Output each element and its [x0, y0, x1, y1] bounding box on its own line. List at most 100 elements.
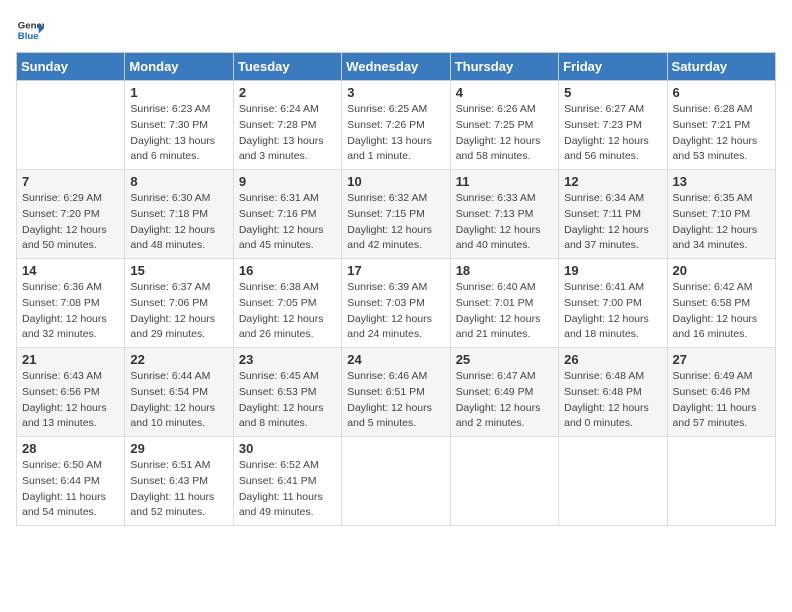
day-number: 28 [22, 441, 119, 456]
day-number: 9 [239, 174, 336, 189]
day-number: 30 [239, 441, 336, 456]
day-info: Sunrise: 6:27 AMSunset: 7:23 PMDaylight:… [564, 102, 661, 165]
calendar-cell: 23 Sunrise: 6:45 AMSunset: 6:53 PMDayligh… [233, 348, 341, 437]
day-info: Sunrise: 6:32 AMSunset: 7:15 PMDaylight:… [347, 191, 444, 254]
calendar-cell: 14Sunrise: 6:36 AMSunset: 7:08 PMDayligh… [17, 259, 125, 348]
day-info: Sunrise: 6:46 AMSunset: 6:51 PMDaylight:… [347, 369, 444, 432]
day-number: 16 [239, 263, 336, 278]
weekday-header: Sunday [17, 53, 125, 81]
day-info: Sunrise: 6:23 AMSunset: 7:30 PMDaylight:… [130, 102, 227, 165]
calendar-week-row: 28 Sunrise: 6:50 AMSunset: 6:44 PMDayligh… [17, 437, 776, 526]
calendar-cell: 4 Sunrise: 6:26 AMSunset: 7:25 PMDaylight… [450, 81, 558, 170]
day-number: 18 [456, 263, 553, 278]
calendar-cell: 13 Sunrise: 6:35 AMSunset: 7:10 PMDayligh… [667, 170, 775, 259]
day-info: Sunrise: 6:31 AMSunset: 7:16 PMDaylight:… [239, 191, 336, 254]
day-info: Sunrise: 6:41 AMSunset: 7:00 PMDaylight:… [564, 280, 661, 343]
calendar-cell [342, 437, 450, 526]
logo: General Blue [16, 16, 44, 44]
day-number: 26 [564, 352, 661, 367]
calendar-cell: 20 Sunrise: 6:42 AMSunset: 6:58 PMDayligh… [667, 259, 775, 348]
day-info: Sunrise: 6:52 AMSunset: 6:41 PMDaylight:… [239, 458, 336, 521]
day-number: 21 [22, 352, 119, 367]
calendar-cell [667, 437, 775, 526]
day-info: Sunrise: 6:39 AMSunset: 7:03 PMDaylight:… [347, 280, 444, 343]
day-info: Sunrise: 6:37 AMSunset: 7:06 PMDaylight:… [130, 280, 227, 343]
day-number: 22 [130, 352, 227, 367]
calendar-week-row: 14Sunrise: 6:36 AMSunset: 7:08 PMDayligh… [17, 259, 776, 348]
day-number: 29 [130, 441, 227, 456]
weekday-header: Saturday [667, 53, 775, 81]
calendar-cell: 28 Sunrise: 6:50 AMSunset: 6:44 PMDayligh… [17, 437, 125, 526]
day-info: Sunrise: 6:34 AMSunset: 7:11 PMDaylight:… [564, 191, 661, 254]
day-info: Sunrise: 6:50 AMSunset: 6:44 PMDaylight:… [22, 458, 119, 521]
calendar-cell: 24 Sunrise: 6:46 AMSunset: 6:51 PMDayligh… [342, 348, 450, 437]
calendar-cell: 17 Sunrise: 6:39 AMSunset: 7:03 PMDayligh… [342, 259, 450, 348]
calendar-cell: 26 Sunrise: 6:48 AMSunset: 6:48 PMDayligh… [559, 348, 667, 437]
calendar-week-row: 1 Sunrise: 6:23 AMSunset: 7:30 PMDaylight… [17, 81, 776, 170]
calendar-cell: 8 Sunrise: 6:30 AMSunset: 7:18 PMDaylight… [125, 170, 233, 259]
day-number: 1 [130, 85, 227, 100]
calendar-cell: 18 Sunrise: 6:40 AMSunset: 7:01 PMDayligh… [450, 259, 558, 348]
calendar-cell: 30 Sunrise: 6:52 AMSunset: 6:41 PMDayligh… [233, 437, 341, 526]
calendar-cell: 1 Sunrise: 6:23 AMSunset: 7:30 PMDaylight… [125, 81, 233, 170]
day-info: Sunrise: 6:44 AMSunset: 6:54 PMDaylight:… [130, 369, 227, 432]
day-info: Sunrise: 6:26 AMSunset: 7:25 PMDaylight:… [456, 102, 553, 165]
calendar-cell: 25 Sunrise: 6:47 AMSunset: 6:49 PMDayligh… [450, 348, 558, 437]
calendar-cell: 22 Sunrise: 6:44 AMSunset: 6:54 PMDayligh… [125, 348, 233, 437]
day-number: 2 [239, 85, 336, 100]
calendar-cell: 12Sunrise: 6:34 AMSunset: 7:11 PMDayligh… [559, 170, 667, 259]
day-info: Sunrise: 6:49 AMSunset: 6:46 PMDaylight:… [673, 369, 770, 432]
day-number: 17 [347, 263, 444, 278]
day-info: Sunrise: 6:35 AMSunset: 7:10 PMDaylight:… [673, 191, 770, 254]
day-info: Sunrise: 6:42 AMSunset: 6:58 PMDaylight:… [673, 280, 770, 343]
day-number: 11 [456, 174, 553, 189]
calendar-cell: 11 Sunrise: 6:33 AMSunset: 7:13 PMDayligh… [450, 170, 558, 259]
calendar-cell [559, 437, 667, 526]
day-number: 15 [130, 263, 227, 278]
calendar-cell: 9 Sunrise: 6:31 AMSunset: 7:16 PMDaylight… [233, 170, 341, 259]
logo-icon: General Blue [16, 16, 44, 44]
calendar-cell: 27Sunrise: 6:49 AMSunset: 6:46 PMDayligh… [667, 348, 775, 437]
day-number: 4 [456, 85, 553, 100]
day-number: 13 [673, 174, 770, 189]
calendar-cell: 29 Sunrise: 6:51 AMSunset: 6:43 PMDayligh… [125, 437, 233, 526]
calendar-week-row: 7 Sunrise: 6:29 AMSunset: 7:20 PMDaylight… [17, 170, 776, 259]
calendar-cell [450, 437, 558, 526]
day-info: Sunrise: 6:48 AMSunset: 6:48 PMDaylight:… [564, 369, 661, 432]
day-info: Sunrise: 6:51 AMSunset: 6:43 PMDaylight:… [130, 458, 227, 521]
calendar-header: SundayMondayTuesdayWednesdayThursdayFrid… [17, 53, 776, 81]
day-number: 8 [130, 174, 227, 189]
calendar-body: 1 Sunrise: 6:23 AMSunset: 7:30 PMDaylight… [17, 81, 776, 526]
page-header: General Blue [16, 16, 776, 44]
day-number: 7 [22, 174, 119, 189]
day-info: Sunrise: 6:24 AMSunset: 7:28 PMDaylight:… [239, 102, 336, 165]
calendar-cell: 6 Sunrise: 6:28 AMSunset: 7:21 PMDaylight… [667, 81, 775, 170]
day-info: Sunrise: 6:28 AMSunset: 7:21 PMDaylight:… [673, 102, 770, 165]
day-number: 10 [347, 174, 444, 189]
day-number: 19 [564, 263, 661, 278]
calendar-cell: 7 Sunrise: 6:29 AMSunset: 7:20 PMDaylight… [17, 170, 125, 259]
day-info: Sunrise: 6:29 AMSunset: 7:20 PMDaylight:… [22, 191, 119, 254]
day-number: 6 [673, 85, 770, 100]
day-info: Sunrise: 6:40 AMSunset: 7:01 PMDaylight:… [456, 280, 553, 343]
calendar-cell: 16 Sunrise: 6:38 AMSunset: 7:05 PMDayligh… [233, 259, 341, 348]
day-info: Sunrise: 6:43 AMSunset: 6:56 PMDaylight:… [22, 369, 119, 432]
day-number: 23 [239, 352, 336, 367]
calendar-cell: 21 Sunrise: 6:43 AMSunset: 6:56 PMDayligh… [17, 348, 125, 437]
calendar-cell: 2 Sunrise: 6:24 AMSunset: 7:28 PMDaylight… [233, 81, 341, 170]
day-info: Sunrise: 6:45 AMSunset: 6:53 PMDaylight:… [239, 369, 336, 432]
day-number: 14 [22, 263, 119, 278]
day-info: Sunrise: 6:47 AMSunset: 6:49 PMDaylight:… [456, 369, 553, 432]
day-info: Sunrise: 6:38 AMSunset: 7:05 PMDaylight:… [239, 280, 336, 343]
svg-text:Blue: Blue [18, 31, 39, 42]
day-info: Sunrise: 6:30 AMSunset: 7:18 PMDaylight:… [130, 191, 227, 254]
calendar-cell: 3Sunrise: 6:25 AMSunset: 7:26 PMDaylight… [342, 81, 450, 170]
calendar-cell: 19 Sunrise: 6:41 AMSunset: 7:00 PMDayligh… [559, 259, 667, 348]
header-row: SundayMondayTuesdayWednesdayThursdayFrid… [17, 53, 776, 81]
day-info: Sunrise: 6:33 AMSunset: 7:13 PMDaylight:… [456, 191, 553, 254]
day-number: 24 [347, 352, 444, 367]
day-number: 25 [456, 352, 553, 367]
weekday-header: Thursday [450, 53, 558, 81]
weekday-header: Wednesday [342, 53, 450, 81]
day-number: 20 [673, 263, 770, 278]
